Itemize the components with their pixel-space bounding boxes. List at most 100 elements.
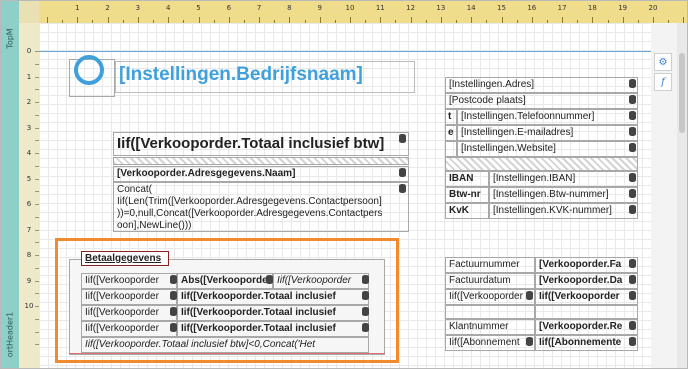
ruler-tick-label: 6: [226, 4, 232, 12]
phone-label-text: t: [448, 111, 452, 122]
kvk-label[interactable]: KvK: [445, 203, 489, 219]
ruler-tick-label: 12: [406, 4, 416, 12]
iban-label[interactable]: IBAN: [445, 171, 489, 187]
invoice-row3-label[interactable]: Iif([Verkooporder: [445, 289, 535, 305]
ruler-tick-label: 4: [26, 149, 32, 157]
invoice-row3-label-text: Iif([Verkooporder: [449, 291, 523, 302]
btw-label[interactable]: Btw-nr: [445, 187, 489, 203]
invoice-empty-field[interactable]: [535, 305, 638, 319]
logo-icon: [74, 55, 104, 85]
band-page-header[interactable]: ortHeader1: [1, 301, 19, 368]
postcode-field[interactable]: [Postcode plaats]: [445, 93, 638, 109]
phone-field[interactable]: [Instellingen.Telefoonnummer]: [457, 109, 638, 125]
ruler-tick-label: 2: [105, 4, 110, 12]
band-label-page-header: ortHeader1: [5, 311, 15, 358]
invoice-number-label[interactable]: Factuurnummer: [445, 257, 535, 273]
separator-strip[interactable]: [445, 157, 638, 171]
ruler-tick-label: 8: [26, 251, 32, 259]
vertical-ruler[interactable]: 0 1 2 3 4 5 6 7 8 9 10: [19, 23, 40, 368]
horizontal-ruler[interactable]: 1 2 3 4 5 6 7 8 9 10 11 12 13 14 15 16 17 18 19 20: [39, 1, 687, 24]
contact-line: ))=0,null,Concat([Verkooporder.Adresgege…: [117, 208, 383, 219]
ruler-tick-label: 1: [26, 72, 32, 81]
invoice-number-text: [Verkooporder.Fa: [539, 259, 622, 270]
gear-icon[interactable]: ⚙: [654, 53, 672, 71]
ruler-tick-label: 9: [317, 4, 322, 12]
subscription-label-text: Iif([Abonnement: [449, 337, 520, 348]
database-icon: [399, 168, 406, 177]
kvk-field[interactable]: [Instellingen.KVK-nummer]: [489, 203, 638, 219]
ruler-tick-label: 18: [587, 4, 597, 12]
iban-text: [Instellingen.IBAN]: [493, 173, 576, 184]
email-field[interactable]: [Instellingen.E-mailadres]: [457, 125, 638, 141]
database-icon: [629, 111, 636, 120]
database-icon: [629, 173, 636, 182]
order-total-text: Iif([Verkooporder.Totaal inclusief btw]: [117, 135, 385, 152]
ruler-tick-label: 6: [26, 200, 32, 208]
ruler-tick-label: 15: [497, 4, 506, 12]
ruler-tick-label: 14: [466, 4, 476, 12]
invoice-date-label[interactable]: Factuurdatum: [445, 273, 535, 289]
ruler-tick-label: 7: [26, 225, 32, 234]
website-label[interactable]: [445, 141, 457, 157]
band-boundary-line: [39, 51, 651, 52]
email-label-text: e: [448, 127, 454, 138]
subscription-field[interactable]: Iif([Abonnemente: [535, 335, 638, 351]
iban-field[interactable]: [Instellingen.IBAN]: [489, 171, 638, 187]
ruler-tick-label: 3: [26, 123, 32, 132]
address-field[interactable]: [Instellingen.Adres]: [445, 77, 638, 93]
invoice-row3-field[interactable]: Iif([Verkooporder: [535, 289, 638, 305]
ruler-tick-label: 20: [648, 4, 658, 12]
website-field[interactable]: [Instellingen.Website]: [457, 141, 638, 157]
email-label[interactable]: e: [445, 125, 457, 141]
kvk-text: [Instellingen.KVK-nummer]: [493, 205, 612, 216]
scrollbar-thumb[interactable]: [679, 53, 685, 133]
btw-label-text: Btw-nr: [449, 189, 481, 200]
database-icon: [629, 189, 636, 198]
separator-strip[interactable]: [113, 157, 409, 165]
btw-text: [Instellingen.Btw-nummer]: [493, 189, 609, 200]
function-icon[interactable]: f: [654, 73, 672, 91]
ruler-tick-label: 1: [75, 4, 80, 12]
invoice-empty-label[interactable]: [445, 305, 535, 319]
ruler-tick-label: 16: [527, 4, 537, 12]
database-icon: [399, 184, 406, 193]
band-top-margin[interactable]: TopM: [1, 23, 19, 53]
database-icon: [629, 291, 636, 300]
invoice-date-field[interactable]: [Verkooporder.Da: [535, 273, 638, 289]
ruler-tick-label: 4: [165, 4, 171, 12]
ruler-tick-label: 8: [287, 4, 292, 12]
invoice-date-label-text: Factuurdatum: [449, 275, 511, 286]
phone-label[interactable]: t: [445, 109, 457, 125]
database-icon: [399, 134, 406, 143]
database-icon: [629, 127, 636, 136]
ruler-tick-label: 3: [135, 4, 141, 12]
address-text: [Instellingen.Adres]: [449, 79, 535, 90]
database-icon: [629, 337, 636, 346]
ruler-tick-label: 9: [26, 276, 32, 285]
client-number-field[interactable]: [Verkooporder.Re: [535, 319, 638, 335]
vertical-scrollbar[interactable]: [677, 23, 687, 368]
contact-expression-field[interactable]: Concat( Iif(Len(Trim([Verkooporder.Adres…: [113, 182, 409, 232]
contact-line: Concat(: [117, 184, 153, 195]
database-icon: [526, 291, 533, 300]
ruler-tick-label: 5: [26, 174, 32, 183]
subscription-label[interactable]: Iif([Abonnement: [445, 335, 535, 351]
invoice-number-label-text: Factuurnummer: [449, 259, 520, 270]
invoice-number-field[interactable]: [Verkooporder.Fa: [535, 257, 638, 273]
client-number-label[interactable]: Klantnummer: [445, 319, 535, 335]
gear-glyph: ⚙: [658, 56, 668, 68]
ruler-tick-label: 0: [26, 47, 32, 55]
btw-field[interactable]: [Instellingen.Btw-nummer]: [489, 187, 638, 203]
ruler-corner: [19, 1, 39, 24]
database-icon: [526, 337, 533, 346]
client-number-label-text: Klantnummer: [449, 321, 509, 332]
invoice-date-text: [Verkooporder.Da: [539, 275, 623, 286]
contact-line: oon],NewLine())): [117, 220, 192, 231]
address-name-field[interactable]: [Verkooporder.Adresgegevens.Naam]: [113, 166, 409, 182]
function-glyph: f: [661, 76, 665, 88]
ruler-tick-label: 5: [196, 4, 201, 12]
order-total-field[interactable]: Iif([Verkooporder.Totaal inclusief btw]: [113, 132, 409, 156]
ruler-tick-label: 17: [557, 4, 567, 12]
ruler-tick-label: 11: [375, 4, 385, 12]
website-text: [Instellingen.Website]: [461, 143, 556, 154]
